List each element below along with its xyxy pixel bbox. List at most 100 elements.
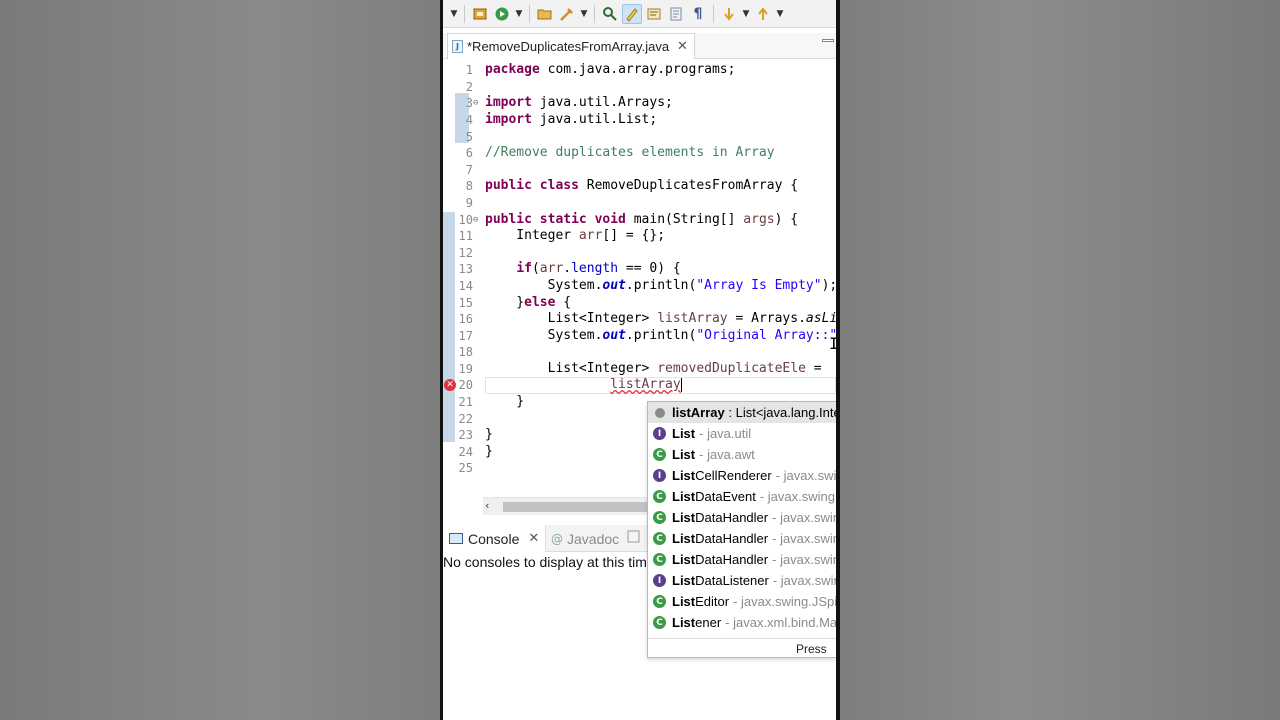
javadoc-icon: @ [551, 531, 563, 546]
line-number: 7 [465, 163, 473, 177]
line-number: 25 [458, 461, 473, 475]
dropdown-arrow-icon[interactable]: ▼ [449, 4, 459, 24]
code-line: 16 List<Integer> listArray = Arrays.asLi [443, 311, 836, 328]
content-assist-item[interactable]: C ListEditor - javax.swing.JSpin [648, 591, 836, 612]
content-assist-item[interactable]: C List - java.awt [648, 444, 836, 465]
code-text: List<Integer> removedDuplicateEle = [485, 361, 822, 376]
code-line: 14 System.out.println("Array Is Empty"); [443, 278, 836, 295]
comment-text: //Remove duplicates elements in Array [485, 145, 775, 160]
code-text: } [485, 394, 525, 409]
content-assist-item[interactable]: C ListDataHandler - javax.swin [648, 549, 836, 570]
content-assist-footer: Press 'C [648, 638, 836, 657]
toolbar-separator [594, 4, 595, 23]
line-number: 10 [458, 213, 473, 227]
open-folder-icon[interactable] [535, 4, 555, 24]
eclipse-window: ▼ ▼ ▼ ¶ ▼ ▼ J *RemoveDuplicatesFromArray… [443, 0, 836, 720]
code-text: List<Integer> listArray = Arrays.asLi [485, 311, 836, 326]
next-annotation-dropdown-icon[interactable]: ▼ [741, 4, 751, 24]
content-assist-item-name: Listener [672, 615, 722, 630]
code-line: 20 listArray [443, 377, 836, 394]
fold-icon[interactable]: ⊖ [473, 98, 478, 108]
content-assist-item-package: - java.util [699, 426, 752, 441]
content-assist-item-name: ListDataEvent [672, 489, 756, 504]
line-number: 19 [458, 362, 473, 376]
toolbar-separator [713, 4, 714, 23]
package-explorer-icon[interactable] [470, 4, 490, 24]
line-number: 16 [458, 312, 473, 326]
next-annotation-icon[interactable] [719, 4, 739, 24]
class-icon: C [653, 553, 666, 566]
code-text: public static void main(String[] args) { [485, 212, 799, 227]
debug-icon[interactable] [557, 4, 577, 24]
code-line: 5 [443, 129, 836, 146]
content-assist-item-package: - javax.swing. [759, 489, 836, 504]
toolbar-separator [464, 4, 465, 23]
close-icon[interactable]: ✕ [677, 39, 688, 54]
content-assist-item-package: - javax.swin [775, 468, 836, 483]
class-icon: C [653, 595, 666, 608]
pilcrow-icon[interactable]: ¶ [688, 4, 708, 24]
content-assist-item[interactable]: C ListDataHandler - javax.swin [648, 528, 836, 549]
show-whitespace-icon[interactable] [666, 4, 686, 24]
class-icon: C [653, 490, 666, 503]
highlight-icon[interactable] [622, 3, 642, 24]
main-toolbar: ▼ ▼ ▼ ¶ ▼ ▼ [443, 0, 836, 28]
code-line: 7 [443, 162, 836, 179]
class-icon: C [653, 616, 666, 629]
editor-tab[interactable]: J *RemoveDuplicatesFromArray.java ✕ [447, 33, 695, 59]
code-text: System.out.println("Original Array::" [485, 328, 836, 343]
line-number: 9 [465, 196, 473, 210]
previous-annotation-icon[interactable] [753, 4, 773, 24]
code-line: 17 System.out.println("Original Array::" [443, 328, 836, 345]
minimize-icon[interactable] [822, 39, 834, 42]
run-icon[interactable] [492, 4, 512, 24]
close-icon[interactable]: ✕ [528, 531, 539, 546]
line-number: 2 [465, 80, 473, 94]
line-number: 22 [458, 412, 473, 426]
content-assist-item[interactable]: C ListDataEvent - javax.swing. [648, 486, 836, 507]
line-number: 18 [458, 345, 473, 359]
line-number: 3 [465, 96, 473, 110]
tab-console[interactable]: Console ✕ [443, 525, 547, 552]
local-variable-icon [655, 407, 665, 418]
content-assist-item-name: ListDataHandler [672, 510, 769, 525]
open-type-icon[interactable] [600, 4, 620, 24]
code-line: 18 [443, 344, 836, 361]
run-dropdown-icon[interactable]: ▼ [514, 4, 524, 24]
content-assist-item-package: - javax.swing.JSpin [733, 594, 836, 609]
line-number: 15 [458, 296, 473, 310]
debug-dropdown-icon[interactable]: ▼ [579, 4, 589, 24]
scroll-left-icon[interactable]: ‹ [485, 499, 489, 512]
content-assist-item-name: ListEditor [672, 594, 730, 609]
fold-icon[interactable]: ⊖ [473, 215, 478, 225]
background-right [840, 0, 1280, 720]
content-assist-item-package: - javax.swin [772, 531, 836, 546]
editor-tab-title: *RemoveDuplicatesFromArray.java [467, 39, 670, 54]
mouse-ibeam-cursor: I [829, 334, 836, 353]
code-text: listArray [610, 377, 682, 392]
code-line: 19 List<Integer> removedDuplicateEle = [443, 361, 836, 378]
content-assist-item[interactable]: C ListDataHandler - javax.swin [648, 507, 836, 528]
tab-declaration[interactable] [627, 525, 641, 552]
code-line: 1 package com.java.array.programs; [443, 62, 836, 79]
tab-javadoc[interactable]: @ Javadoc [551, 525, 619, 552]
content-assist-item[interactable]: I List - java.util [648, 423, 836, 444]
content-assist-item[interactable]: C Listener - javax.xml.bind.Ma [648, 612, 836, 633]
code-line: 15 }else { [443, 295, 836, 312]
code-line: 4 import java.util.List; [443, 112, 836, 129]
content-assist-item[interactable]: listArray : List<java.lang.Inte [648, 402, 836, 423]
line-number: 12 [458, 246, 473, 260]
content-assist-item-name: listArray : List<java.lang.Inte [672, 405, 836, 420]
content-assist-popup[interactable]: listArray : List<java.lang.Inte I List - ja… [647, 401, 836, 658]
line-number: 4 [465, 113, 473, 127]
content-assist-item[interactable]: I ListDataListener - javax.swin [648, 570, 836, 591]
line-number: 20 [458, 378, 473, 392]
code-text: if(arr.length == 0) { [516, 261, 681, 276]
content-assist-item[interactable]: I ListCellRenderer- javax.swin [648, 465, 836, 486]
previous-annotation-dropdown-icon[interactable]: ▼ [775, 4, 785, 24]
line-number: 21 [458, 395, 473, 409]
class-icon: C [653, 448, 666, 461]
content-assist-item-name: ListDataHandler [672, 531, 769, 546]
toggle-block-icon[interactable] [644, 4, 664, 24]
content-assist-item-name: List [672, 447, 696, 462]
